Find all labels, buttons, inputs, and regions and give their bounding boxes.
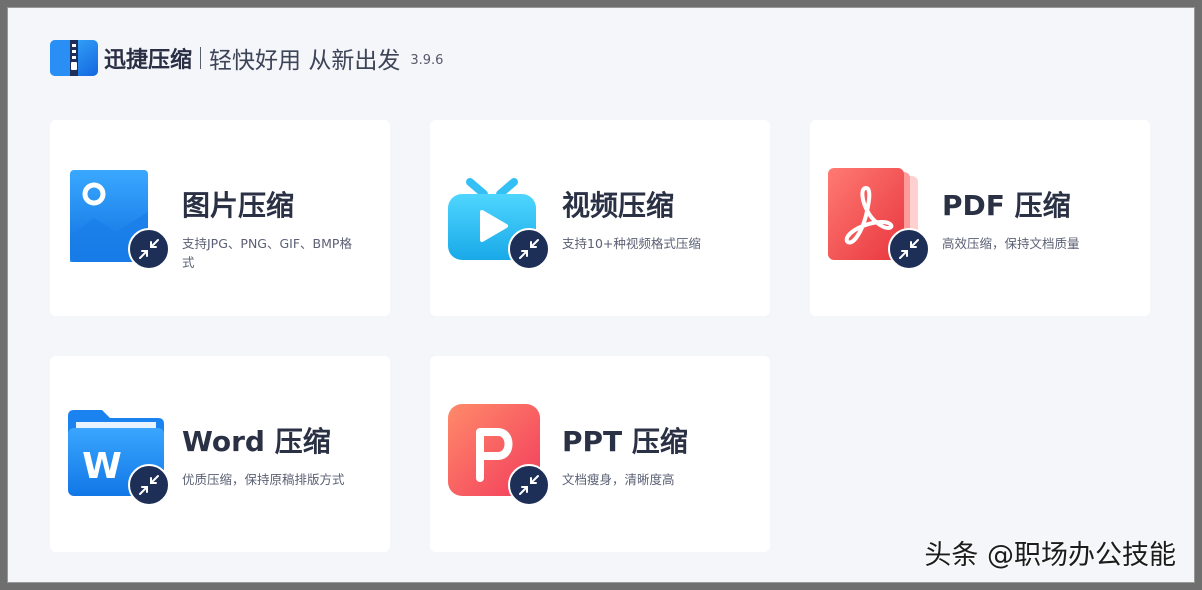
image-icon [66,166,170,270]
app-version: 3.9.6 [410,52,444,68]
ppt-icon [446,402,550,506]
compress-badge-icon [508,464,550,506]
card-video-compress[interactable]: 视频压缩 支持10+种视频格式压缩 [430,120,770,316]
word-icon: W [66,402,170,506]
card-pdf-compress[interactable]: PDF 压缩 高效压缩，保持文档质量 [810,120,1150,316]
app-window: 迅捷压缩 轻快好用 从新出发 3.9.6 图片压缩 支持JPG、PNG、GIF、… [8,8,1194,582]
card-description: 支持10+种视频格式压缩 [562,236,701,251]
card-description: 支持JPG、PNG、GIF、BMP格式 [182,236,352,270]
app-slogan: 轻快好用 从新出发 [209,48,401,74]
card-title: Word 压缩 [182,425,331,458]
compress-badge-icon [888,228,930,270]
header-divider [200,47,202,69]
app-name: 迅捷压缩 [104,48,193,73]
compress-badge-icon [128,228,170,270]
svg-text:W: W [82,446,122,487]
card-title: 视频压缩 [562,189,675,222]
card-word-compress[interactable]: W Word 压缩 优质压缩，保持原稿排版方式 [50,356,390,552]
tv-icon [446,166,550,270]
pdf-icon [826,166,930,270]
card-description: 优质压缩，保持原稿排版方式 [182,472,345,487]
card-image-compress[interactable]: 图片压缩 支持JPG、PNG、GIF、BMP格式 [50,120,390,316]
card-title: 图片压缩 [182,189,295,222]
card-ppt-compress[interactable]: PPT 压缩 文档瘦身，清晰度高 [430,356,770,552]
app-header: 迅捷压缩 轻快好用 从新出发 3.9.6 [50,38,443,78]
card-title: PPT 压缩 [562,425,688,458]
watermark: 头条 @职场办公技能 [924,540,1176,571]
compress-badge-icon [128,464,170,506]
card-description: 高效压缩，保持文档质量 [942,236,1080,251]
zip-logo-icon [50,40,98,76]
card-description: 文档瘦身，清晰度高 [562,472,675,487]
compress-badge-icon [508,228,550,270]
card-title: PDF 压缩 [942,189,1071,222]
